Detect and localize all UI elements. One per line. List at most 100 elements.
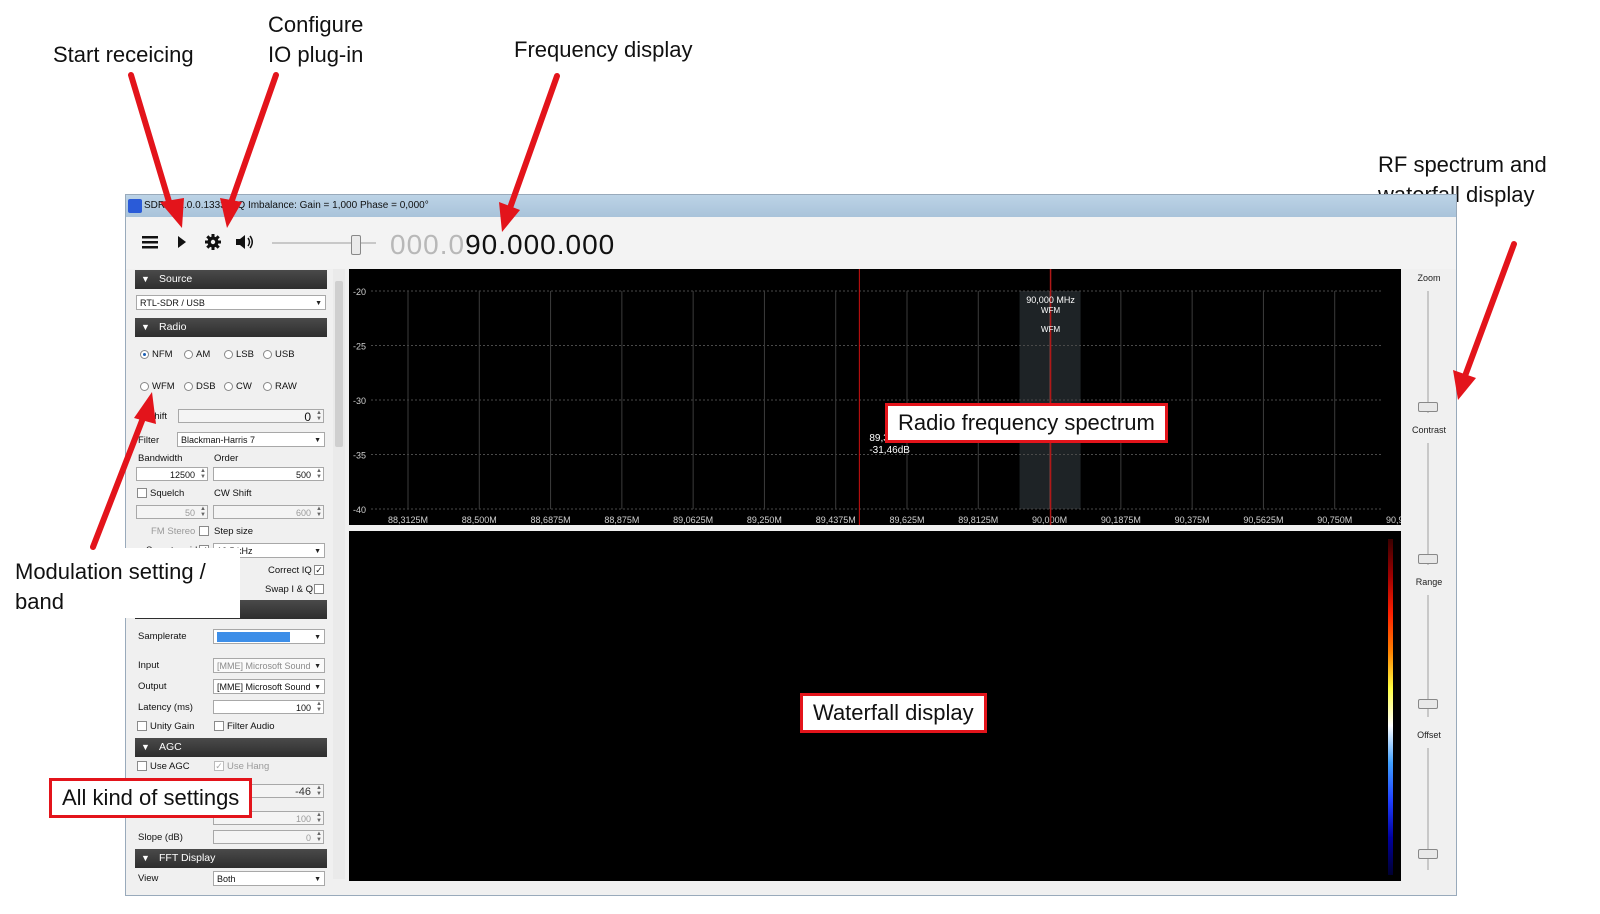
output-label: Output	[138, 681, 167, 692]
use-agc-label: Use AGC	[150, 761, 190, 772]
menu-icon[interactable]	[137, 229, 163, 255]
chevron-down-icon: ▼	[314, 437, 321, 444]
radio-header-label: Radio	[159, 321, 187, 333]
annotation-modulation: Modulation setting / band	[15, 559, 206, 614]
filteraudio-checkbox[interactable]	[214, 721, 224, 731]
spinner-arrows-icon: ▲ ▼	[316, 785, 322, 797]
view-label: View	[138, 873, 159, 884]
cursor-level-label: -31,46dB	[869, 445, 910, 456]
filter-value: Blackman-Harris 7	[181, 435, 256, 445]
latency-input[interactable]: 100 ▲ ▼	[213, 700, 324, 714]
radio-lsb[interactable]	[224, 350, 233, 359]
spectrum-chart[interactable]: -20 -25 -30 -35 -40 88,3125M 88,500M 88,6875M 88…	[349, 269, 1426, 525]
squelch-input[interactable]: 50 ▲ ▼	[136, 505, 208, 519]
contrast-label: Contrast	[1411, 425, 1446, 435]
unitygain-checkbox[interactable]	[137, 721, 147, 731]
y-tick-label: -25	[353, 342, 366, 352]
fft-section-header[interactable]: ▼ FFT Display	[135, 849, 327, 868]
x-tick-label: 90,375M	[1175, 515, 1210, 525]
cwshift-input[interactable]: 600 ▲ ▼	[213, 505, 324, 519]
bandwidth-input[interactable]: 12500 ▲ ▼	[136, 467, 208, 481]
stepsize-label: Step size	[214, 526, 254, 537]
app-logo-icon	[128, 199, 142, 213]
squelch-checkbox[interactable]	[137, 488, 147, 498]
mode-label-nfm: NFM	[152, 349, 173, 360]
settings-scrollbar[interactable]	[333, 269, 345, 879]
audio-input-select[interactable]: [MME] Microsoft Sound ▼	[213, 658, 325, 673]
radio-wfm[interactable]	[140, 382, 149, 391]
radio-am[interactable]	[184, 350, 193, 359]
y-tick-label: -30	[353, 396, 366, 406]
spinner-arrows-icon: ▲ ▼	[200, 468, 206, 480]
toolbar: 000.090.000.000	[126, 217, 1456, 269]
volume-slider-thumb[interactable]	[351, 235, 361, 255]
gear-icon[interactable]	[200, 229, 226, 255]
radio-nfm[interactable]	[140, 350, 149, 359]
order-input[interactable]: 500 ▲ ▼	[213, 467, 324, 481]
latency-value: 100	[295, 703, 311, 713]
x-tick-label: 89,250M	[747, 515, 782, 525]
radio-raw[interactable]	[263, 382, 272, 391]
chevron-down-icon: ▼	[315, 300, 322, 307]
source-device-value: RTL-SDR / USB	[140, 298, 205, 308]
mode-label-raw: RAW	[275, 381, 297, 392]
samplerate-value: 48000 sample/sec	[217, 632, 291, 642]
x-tick-label: 89,8125M	[958, 515, 998, 525]
shift-value: 0	[304, 410, 311, 424]
contrast-slider-track[interactable]	[1427, 443, 1429, 565]
zoom-slider-thumb[interactable]	[1418, 402, 1438, 412]
sdr-window: SDR# v1.0.0.1333 - IQ Imbalance: Gain = …	[125, 194, 1457, 896]
swapiq-checkbox[interactable]	[314, 584, 324, 594]
tuned-frequency-label: 90,000 MHz	[1026, 295, 1075, 305]
spinner-arrows-icon: ▲ ▼	[316, 701, 322, 713]
zoom-label: Zoom	[1417, 273, 1441, 283]
x-tick-label: 89,625M	[889, 515, 924, 525]
radio-usb[interactable]	[263, 350, 272, 359]
y-tick-label: -20	[353, 287, 366, 297]
spinner-arrows-icon: ▲ ▼	[200, 506, 206, 518]
annotation-configure-io: Configure IO plug-in	[268, 12, 364, 67]
fmstereo-checkbox[interactable]	[199, 526, 209, 536]
collapse-triangle-icon: ▼	[141, 322, 150, 332]
play-icon[interactable]	[169, 229, 195, 255]
agc-slope-input[interactable]: 0 ▲ ▼	[213, 830, 324, 844]
audio-input-value: [MME] Microsoft Sound	[217, 661, 311, 671]
filter-select[interactable]: Blackman-Harris 7 ▼	[177, 432, 325, 447]
offset-slider-thumb[interactable]	[1418, 849, 1438, 859]
tuned-mode-label: WFM	[1041, 306, 1060, 315]
radio-cw[interactable]	[224, 382, 233, 391]
source-section-header[interactable]: ▼ Source	[135, 270, 327, 289]
contrast-slider-thumb[interactable]	[1418, 554, 1438, 564]
rf-spectrum-display[interactable]: -20 -25 -30 -35 -40 88,3125M 88,500M 88,6875M 88…	[349, 269, 1426, 525]
mode-label-usb: USB	[275, 349, 295, 360]
input-label: Input	[138, 660, 160, 671]
x-tick-label: 88,6875M	[531, 515, 571, 525]
source-device-select[interactable]: RTL-SDR / USB ▼	[136, 295, 326, 310]
samplerate-select[interactable]: 48000 sample/sec ▼	[213, 629, 325, 644]
range-slider-thumb[interactable]	[1418, 699, 1438, 709]
radio-dsb[interactable]	[184, 382, 193, 391]
audio-output-select[interactable]: [MME] Microsoft Sound ▼	[213, 679, 325, 694]
use-agc-checkbox[interactable]	[137, 761, 147, 771]
audio-output-value: [MME] Microsoft Sound	[217, 682, 311, 692]
x-tick-label: 88,500M	[462, 515, 497, 525]
zoom-slider-track[interactable]	[1427, 291, 1429, 413]
view-select[interactable]: Both ▼	[213, 871, 325, 886]
spinner-arrows-icon: ▲ ▼	[316, 506, 322, 518]
frequency-dim-digits: 000.0	[390, 229, 466, 260]
mode-label-lsb: LSB	[236, 349, 254, 360]
use-hang-checkbox[interactable]: ✓	[214, 761, 224, 771]
y-tick-label: -35	[353, 451, 366, 461]
scrollbar-thumb[interactable]	[335, 281, 343, 447]
spinner-arrows-icon: ▲ ▼	[316, 831, 322, 843]
radio-section-header[interactable]: ▼ Radio	[135, 318, 327, 337]
mode-label-cw: CW	[236, 381, 252, 392]
frequency-display[interactable]: 000.090.000.000	[390, 229, 615, 261]
shift-input[interactable]: 0 ▲ ▼	[178, 409, 324, 424]
fft-header-label: FFT Display	[159, 852, 216, 864]
correctiq-checkbox[interactable]: ✓	[314, 565, 324, 575]
agc-section-header[interactable]: ▼ AGC	[135, 738, 327, 757]
x-tick-label: 90,5625M	[1243, 515, 1283, 525]
bandwidth-value: 12500	[169, 470, 195, 480]
speaker-icon[interactable]	[232, 229, 258, 255]
